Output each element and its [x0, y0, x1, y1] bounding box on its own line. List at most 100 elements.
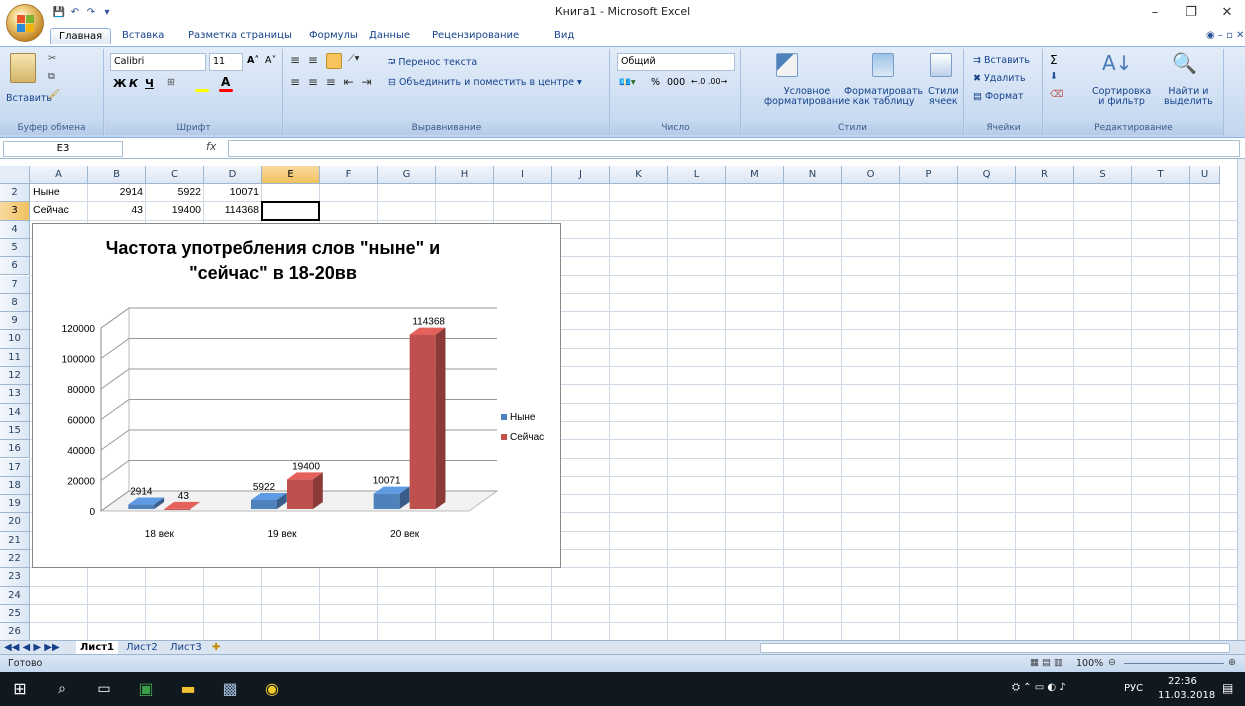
column-header-g[interactable]: G — [378, 166, 436, 184]
column-header-n[interactable]: N — [784, 166, 842, 184]
row-header-6[interactable]: 6 — [0, 257, 30, 276]
excel-taskbar-icon[interactable]: ▣ — [126, 672, 166, 706]
wrap-text-button[interactable]: ⮒ Перенос текста — [388, 55, 477, 71]
close-button[interactable]: ✕ — [1209, 0, 1245, 26]
row-header-20[interactable]: 20 — [0, 513, 30, 532]
cell-styles-button[interactable]: Стили ячеек — [928, 87, 959, 107]
row-header-11[interactable]: 11 — [0, 348, 30, 367]
column-header-f[interactable]: F — [320, 166, 378, 184]
italic-button[interactable]: К — [129, 77, 138, 90]
fx-icon[interactable]: fx — [206, 140, 216, 153]
cell-d2[interactable]: 10071 — [204, 184, 262, 201]
bold-button[interactable]: Ж — [113, 77, 126, 90]
cell-b2[interactable]: 2914 — [88, 184, 146, 201]
font-name-select[interactable]: Calibri — [110, 53, 206, 71]
fill-color-icon[interactable] — [195, 89, 209, 92]
input-language[interactable]: РУС — [1124, 683, 1143, 694]
borders-icon[interactable]: ⊞ — [167, 77, 175, 88]
format-table-button[interactable]: Форматировать как таблицу — [844, 87, 923, 107]
column-header-e[interactable]: E — [262, 166, 320, 184]
conditional-format-icon[interactable] — [776, 53, 798, 77]
row-header-7[interactable]: 7 — [0, 275, 30, 294]
column-header-q[interactable]: Q — [958, 166, 1016, 184]
column-header-s[interactable]: S — [1074, 166, 1132, 184]
cell-d3[interactable]: 114368 — [204, 202, 262, 219]
row-header-23[interactable]: 23 — [0, 568, 30, 587]
orientation-icon[interactable]: ⟋▾ — [348, 53, 359, 64]
tab-data[interactable]: Данные — [369, 29, 410, 42]
paint-icon[interactable]: ▩ — [210, 672, 250, 706]
column-header-c[interactable]: C — [146, 166, 204, 184]
row-header-24[interactable]: 24 — [0, 586, 30, 605]
tray-icons[interactable]: ⛭ ⌃ ▭ ◐ ♪ — [1012, 682, 1066, 693]
insert-sheet-icon[interactable]: ✚ — [212, 641, 220, 655]
delete-cells-button[interactable]: ✖ Удалить — [973, 73, 1026, 84]
row-header-17[interactable]: 17 — [0, 458, 30, 477]
windows-start-icon[interactable]: ⊞ — [0, 672, 40, 706]
chart-object[interactable]: Частота употребления слов "ныне" и "сейч… — [32, 223, 561, 568]
copy-icon[interactable]: ⧉ — [48, 71, 55, 82]
row-header-21[interactable]: 21 — [0, 531, 30, 550]
active-cell-e3[interactable] — [261, 201, 320, 221]
currency-icon[interactable]: 💶▾ — [619, 77, 636, 88]
sheet-tab-1[interactable]: Лист1 — [76, 641, 118, 655]
vertical-scrollbar[interactable] — [1237, 159, 1245, 640]
row-header-9[interactable]: 9 — [0, 312, 30, 331]
clear-icon[interactable]: ⌫ — [1050, 89, 1063, 100]
row-header-25[interactable]: 25 — [0, 604, 30, 624]
file-explorer-icon[interactable]: ▬ — [168, 672, 208, 706]
column-header-d[interactable]: D — [204, 166, 262, 184]
clock-time[interactable]: 22:36 — [1168, 676, 1197, 687]
thousands-button[interactable]: 000 — [667, 77, 685, 88]
paste-icon[interactable] — [10, 53, 36, 83]
column-header-u[interactable]: U — [1190, 166, 1220, 184]
task-view-icon[interactable]: ▭ — [84, 672, 124, 706]
decimal-icons[interactable]: ←.0 .00→ — [691, 77, 727, 86]
column-header-i[interactable]: I — [494, 166, 552, 184]
cell-b3[interactable]: 43 — [88, 202, 146, 219]
percent-button[interactable]: % — [651, 77, 660, 88]
row-header-5[interactable]: 5 — [0, 238, 30, 258]
column-header-m[interactable]: M — [726, 166, 784, 184]
row-header-14[interactable]: 14 — [0, 403, 30, 422]
autosum-icon[interactable]: Σ — [1050, 53, 1058, 67]
column-header-o[interactable]: O — [842, 166, 900, 184]
tab-formulas[interactable]: Формулы — [309, 29, 358, 42]
minimize-button[interactable]: – — [1137, 0, 1173, 26]
number-format-select[interactable]: Общий — [617, 53, 735, 71]
insert-cells-button[interactable]: ⇉ Вставить — [973, 55, 1030, 66]
sheet-nav-icons[interactable]: ◀◀ ◀ ▶ ▶▶ — [4, 641, 60, 655]
maximize-button[interactable]: ❐ — [1173, 0, 1209, 26]
sort-filter-icon[interactable]: A↓ — [1102, 51, 1132, 75]
row-header-13[interactable]: 13 — [0, 385, 30, 404]
find-select-icon[interactable]: 🔍 — [1172, 51, 1197, 75]
name-box[interactable]: E3 — [3, 141, 123, 157]
column-header-k[interactable]: K — [610, 166, 668, 184]
font-size-select[interactable]: 11 — [209, 53, 243, 71]
cell-c3[interactable]: 19400 — [146, 202, 204, 219]
tab-review[interactable]: Рецензирование — [432, 29, 519, 42]
font-color-icon[interactable]: A — [221, 75, 230, 89]
formula-input[interactable] — [228, 140, 1240, 157]
row-header-3[interactable]: 3 — [0, 202, 30, 221]
shrink-font-icon[interactable]: A˅ — [265, 55, 276, 66]
zoom-level[interactable]: 100% — [1076, 658, 1103, 669]
tab-home[interactable]: Главная — [50, 28, 112, 44]
column-header-r[interactable]: R — [1016, 166, 1074, 184]
notifications-icon[interactable]: ▤ — [1222, 681, 1233, 695]
merge-center-button[interactable]: ⊟ Объединить и поместить в центре ▾ — [388, 77, 582, 88]
format-cells-button[interactable]: ▤ Формат — [973, 91, 1024, 102]
cut-icon[interactable]: ✂ — [48, 53, 56, 64]
search-icon[interactable]: ⌕ — [42, 672, 82, 706]
row-header-18[interactable]: 18 — [0, 476, 30, 496]
find-select-button[interactable]: Найти и выделить — [1164, 87, 1213, 107]
fill-icon[interactable]: ⬇ — [1050, 71, 1058, 82]
clock-date[interactable]: 11.03.2018 — [1158, 690, 1215, 701]
underline-button[interactable]: Ч — [145, 77, 154, 90]
sheet-tab-3[interactable]: Лист3 — [166, 641, 206, 655]
format-table-icon[interactable] — [872, 53, 894, 77]
office-button[interactable] — [6, 4, 44, 42]
row-header-16[interactable]: 16 — [0, 440, 30, 459]
column-header-p[interactable]: P — [900, 166, 958, 184]
browser-icon[interactable]: ◉ — [252, 672, 292, 706]
